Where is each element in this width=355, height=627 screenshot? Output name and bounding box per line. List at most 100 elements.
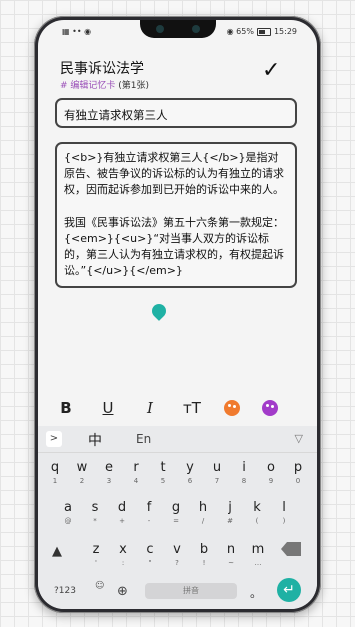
key-letter: r xyxy=(133,460,139,475)
clock: 15:29 xyxy=(273,27,297,36)
page-subtitle: # 编辑记忆卡 (第1张) xyxy=(60,78,149,91)
key-symbol: : xyxy=(121,559,125,567)
key-letter: l xyxy=(282,500,286,515)
shift-key-icon[interactable]: ▲ xyxy=(52,544,62,559)
key-symbol: = xyxy=(173,517,179,525)
key-symbol: 8 xyxy=(241,477,247,485)
key-symbol: 9 xyxy=(268,477,274,485)
key-g[interactable]: g = xyxy=(164,496,188,530)
key-symbol: - xyxy=(147,517,151,525)
key-letter: o xyxy=(267,460,275,475)
enter-key[interactable]: ↵ xyxy=(277,578,301,602)
key-symbol: 2 xyxy=(79,477,85,485)
key-symbol: 6 xyxy=(187,477,193,485)
key-n[interactable]: n ~ xyxy=(219,538,243,572)
key-symbol: ? xyxy=(175,559,179,567)
keyboard-collapse-icon[interactable]: ▽ xyxy=(295,432,303,445)
key-symbol: … xyxy=(254,559,262,567)
key-f[interactable]: f- xyxy=(137,496,161,530)
underline-button[interactable]: U xyxy=(98,399,118,417)
key-w[interactable]: w2 xyxy=(70,456,94,490)
key-y[interactable]: y6 xyxy=(178,456,202,490)
key-symbol: ( xyxy=(255,517,259,525)
bold-button[interactable]: B xyxy=(56,399,76,417)
card-back-field[interactable]: {<b>}有独立请求权第三人{</b>}是指对原告、被告争议的诉讼标的认为有独立… xyxy=(55,142,297,288)
key-h[interactable]: h / xyxy=(191,496,215,530)
card-index-label: (第1张) xyxy=(115,81,150,91)
key-symbol: / xyxy=(201,517,205,525)
key-u[interactable]: u7 xyxy=(205,456,229,490)
battery-icon xyxy=(256,27,271,36)
key-symbol: 3 xyxy=(106,477,112,485)
key-symbol: 1 xyxy=(52,477,58,485)
card-front-field[interactable]: 有独立请求权第三人 xyxy=(55,98,297,128)
confirm-check-icon[interactable]: ✓ xyxy=(262,60,280,82)
key-symbol: @ xyxy=(64,517,72,525)
key-letter: w xyxy=(76,460,88,475)
backspace-key-icon[interactable] xyxy=(281,542,301,556)
key-o[interactable]: o9 xyxy=(259,456,283,490)
signal-icons: ▦ •• ◉ xyxy=(62,27,92,36)
key-symbol: + xyxy=(119,517,125,525)
key-symbol: ! xyxy=(202,559,206,567)
key-letter: y xyxy=(186,460,194,475)
key-letter: u xyxy=(212,460,222,475)
battery-percent: ◉ 65% xyxy=(226,27,254,36)
card-back-paragraph-2: 我国《民事诉讼法》第五十六条第一款规定：{<em>}{<u>}“对当事人双方的诉… xyxy=(64,215,284,278)
key-letter: g xyxy=(171,500,181,515)
text-size-button[interactable]: тT xyxy=(182,399,202,417)
emoji-key[interactable]: ☺ xyxy=(95,582,104,591)
key-z[interactable]: z ' xyxy=(84,538,108,572)
format-toolbar: B U I тT xyxy=(56,396,296,420)
keyboard-toolbar: > 中 En ▽ xyxy=(38,426,317,453)
phone-frame: ▦ •• ◉ ◉ 65% 15:29 民事诉讼法学 # 编辑记忆卡 (第1张) … xyxy=(34,16,321,613)
key-letter: q xyxy=(50,460,60,475)
italic-button[interactable]: I xyxy=(140,399,160,417)
globe-icon[interactable]: ⊕ xyxy=(117,584,128,599)
key-letter: z xyxy=(92,542,100,557)
period-key[interactable]: 。 xyxy=(250,584,262,601)
key-letter: p xyxy=(293,460,303,475)
key-letter: s xyxy=(91,500,99,515)
key-e[interactable]: e3 xyxy=(97,456,121,490)
key-p[interactable]: p0 xyxy=(286,456,310,490)
key-symbol: 4 xyxy=(133,477,139,485)
space-key[interactable]: 拼音 xyxy=(145,583,237,599)
english-mode-button[interactable]: En xyxy=(136,432,151,446)
key-c[interactable]: c " xyxy=(138,538,162,572)
key-j[interactable]: j # xyxy=(218,496,242,530)
key-symbol: " xyxy=(148,559,152,567)
key-letter: c xyxy=(146,542,154,557)
key-letter: a xyxy=(64,500,72,515)
key-symbol: * xyxy=(93,517,97,525)
key-a[interactable]: a @ xyxy=(56,496,80,530)
text-color-palette-icon[interactable] xyxy=(224,400,240,416)
toolbar-expand-icon[interactable]: > xyxy=(46,431,62,447)
key-t[interactable]: t5 xyxy=(151,456,175,490)
keyboard: > 中 En ▽ q1w2e3r4t5y6u7i8o9p0 a @ s * d + f - g =… xyxy=(38,426,317,609)
key-q[interactable]: q1 xyxy=(43,456,67,490)
key-d[interactable]: d + xyxy=(110,496,134,530)
edit-card-label: # 编辑记忆卡 xyxy=(60,81,116,91)
highlight-color-palette-icon[interactable] xyxy=(262,400,278,416)
key-m[interactable]: m… xyxy=(246,538,270,572)
key-symbol: ' xyxy=(95,559,97,567)
key-l[interactable]: l) xyxy=(272,496,296,530)
key-k[interactable]: k( xyxy=(245,496,269,530)
key-i[interactable]: i8 xyxy=(232,456,256,490)
chinese-mode-button[interactable]: 中 xyxy=(88,430,102,450)
key-letter: m xyxy=(251,542,265,557)
numbers-key[interactable]: ?123 xyxy=(54,586,76,596)
key-v[interactable]: v? xyxy=(165,538,189,572)
key-s[interactable]: s * xyxy=(83,496,107,530)
keyboard-bottom-row: ?123 ☺ ⊕ 拼音 。 ↵ xyxy=(38,578,317,606)
status-bar: ▦ •• ◉ ◉ 65% 15:29 xyxy=(38,20,317,42)
key-letter: d xyxy=(117,500,127,515)
key-symbol: ) xyxy=(282,517,286,525)
key-x[interactable]: x: xyxy=(111,538,135,572)
key-letter: n xyxy=(226,542,236,557)
key-symbol: ~ xyxy=(228,559,234,567)
key-b[interactable]: b! xyxy=(192,538,216,572)
key-r[interactable]: r4 xyxy=(124,456,148,490)
text-cursor-handle[interactable] xyxy=(149,301,169,321)
